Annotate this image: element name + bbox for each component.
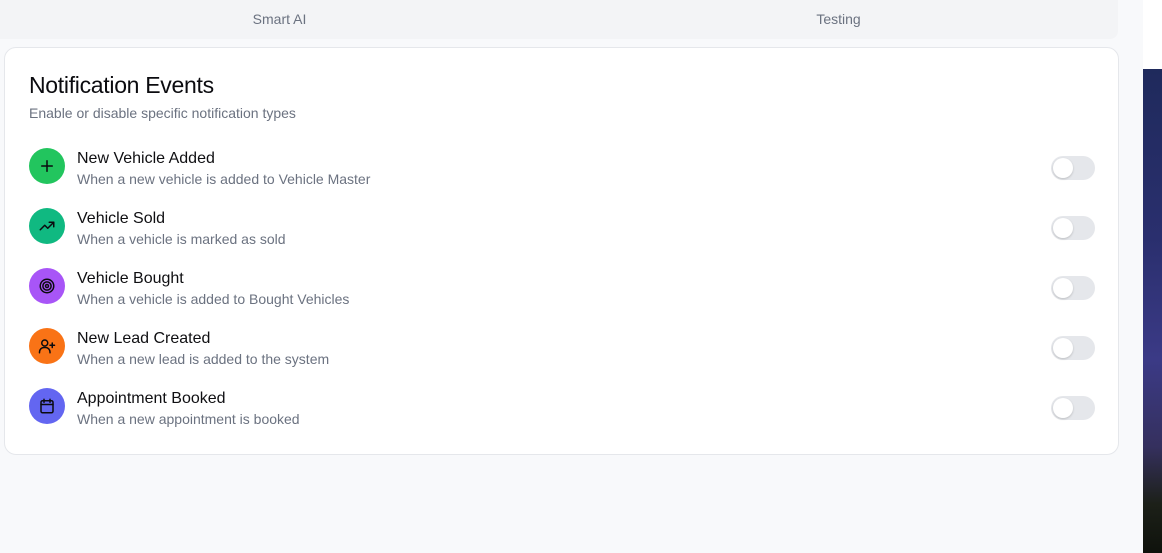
trending-up-icon [29, 208, 65, 244]
target-icon [29, 268, 65, 304]
notification-events-card: Notification Events Enable or disable sp… [4, 47, 1119, 455]
card-subtitle: Enable or disable specific notification … [29, 105, 296, 121]
event-title: Vehicle Bought [77, 270, 184, 287]
right-edge-panel [1143, 0, 1162, 69]
card-title: Notification Events [29, 72, 214, 98]
event-row-vehicle-bought: Vehicle Bought When a vehicle is added t… [29, 268, 1095, 328]
tab-smart-ai[interactable]: Smart AI [0, 0, 559, 39]
event-description: When a vehicle is marked as sold [77, 231, 286, 247]
event-title: New Vehicle Added [77, 150, 215, 167]
event-row-vehicle-sold: Vehicle Sold When a vehicle is marked as… [29, 208, 1095, 268]
toggle-knob [1053, 338, 1073, 358]
toggle-knob [1053, 278, 1073, 298]
toggle-knob [1053, 398, 1073, 418]
event-row-appointment-booked: Appointment Booked When a new appointmen… [29, 388, 1095, 448]
event-description: When a new lead is added to the system [77, 351, 330, 367]
toggle-appointment-booked[interactable] [1051, 396, 1095, 420]
event-list: New Vehicle Added When a new vehicle is … [29, 148, 1095, 448]
event-description: When a new appointment is booked [77, 411, 300, 427]
background-image-edge [1143, 69, 1162, 553]
event-title: Vehicle Sold [77, 210, 166, 227]
toggle-knob [1053, 158, 1073, 178]
plus-icon [29, 148, 65, 184]
event-row-new-vehicle-added: New Vehicle Added When a new vehicle is … [29, 148, 1095, 208]
toggle-new-vehicle-added[interactable] [1051, 156, 1095, 180]
event-description: When a vehicle is added to Bought Vehicl… [77, 291, 350, 307]
event-row-new-lead-created: New Lead Created When a new lead is adde… [29, 328, 1095, 388]
tab-bar: Smart AI Testing [0, 0, 1118, 39]
user-plus-icon [29, 328, 65, 364]
main-content: Smart AI Testing Notification Events Ena… [0, 0, 1143, 553]
toggle-new-lead-created[interactable] [1051, 336, 1095, 360]
calendar-icon [29, 388, 65, 424]
event-description: When a new vehicle is added to Vehicle M… [77, 171, 371, 187]
event-title: New Lead Created [77, 330, 211, 347]
event-title: Appointment Booked [77, 390, 226, 407]
toggle-vehicle-sold[interactable] [1051, 216, 1095, 240]
toggle-vehicle-bought[interactable] [1051, 276, 1095, 300]
tab-testing[interactable]: Testing [559, 0, 1118, 39]
toggle-knob [1053, 218, 1073, 238]
